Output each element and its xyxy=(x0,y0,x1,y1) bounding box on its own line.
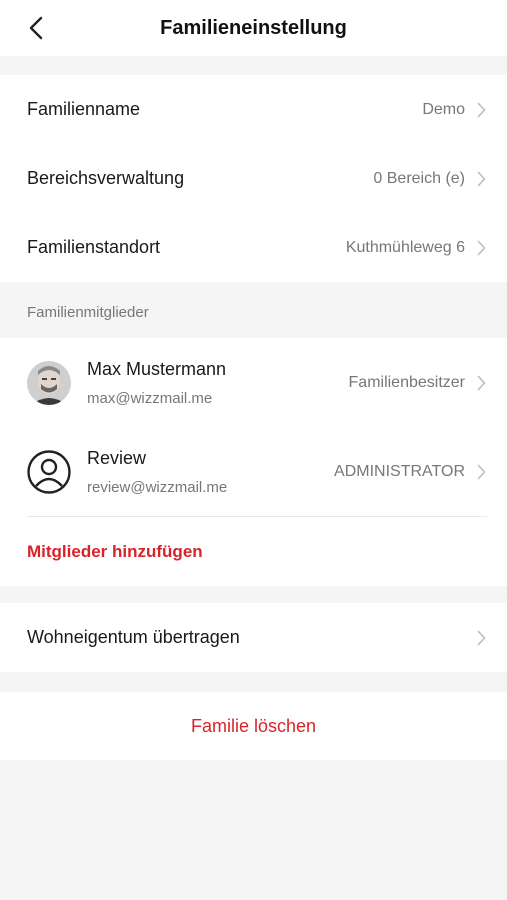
transfer-ownership-label: Wohneigentum übertragen xyxy=(27,627,240,647)
transfer-ownership-row[interactable]: Wohneigentum übertragen xyxy=(0,603,507,672)
area-management-value: 0 Bereich (e) xyxy=(373,169,465,187)
members-group: Max Mustermann max@wizzmail.me Familienb… xyxy=(0,338,507,586)
avatar xyxy=(27,360,71,405)
family-name-value: Demo xyxy=(422,100,465,118)
member-email: review@wizzmail.me xyxy=(87,478,228,496)
area-management-row[interactable]: Bereichsverwaltung 0 Bereich (e) xyxy=(0,144,507,213)
chevron-right-icon xyxy=(475,170,487,188)
family-location-row[interactable]: Familienstandort Kuthmühleweg 6 xyxy=(0,213,507,282)
members-section-label: Familienmitglieder xyxy=(27,304,149,321)
member-role: ADMINISTRATOR xyxy=(334,462,465,480)
delete-group: Familie löschen xyxy=(0,692,507,760)
member-name: Max Mustermann xyxy=(87,358,227,379)
transfer-group: Wohneigentum übertragen xyxy=(0,603,507,672)
member-role: Familienbesitzer xyxy=(348,373,465,391)
page-title: Familieneinstellung xyxy=(160,16,347,39)
member-email: max@wizzmail.me xyxy=(87,389,213,407)
delete-family-button[interactable]: Familie löschen xyxy=(0,692,507,760)
family-name-label: Familienname xyxy=(27,99,141,119)
top-bar: Familieneinstellung xyxy=(0,0,507,56)
chevron-right-icon xyxy=(475,629,487,647)
member-name: Review xyxy=(87,447,147,468)
family-name-row[interactable]: Familienname Demo xyxy=(0,75,507,144)
family-location-label: Familienstandort xyxy=(27,237,161,257)
family-location-value: Kuthmühleweg 6 xyxy=(345,238,465,256)
chevron-right-icon xyxy=(475,101,487,119)
family-settings-group: Familienname Demo Bereichsverwaltung 0 B… xyxy=(0,75,507,282)
area-management-label: Bereichsverwaltung xyxy=(27,168,185,188)
user-outline-icon xyxy=(27,449,71,494)
member-row[interactable]: Review review@wizzmail.me ADMINISTRATOR xyxy=(0,427,507,516)
add-members-button[interactable]: Mitglieder hinzufügen xyxy=(0,517,507,586)
chevron-right-icon xyxy=(475,239,487,257)
chevron-right-icon xyxy=(475,463,487,481)
chevron-right-icon xyxy=(475,374,487,392)
member-row[interactable]: Max Mustermann max@wizzmail.me Familienb… xyxy=(0,338,507,427)
